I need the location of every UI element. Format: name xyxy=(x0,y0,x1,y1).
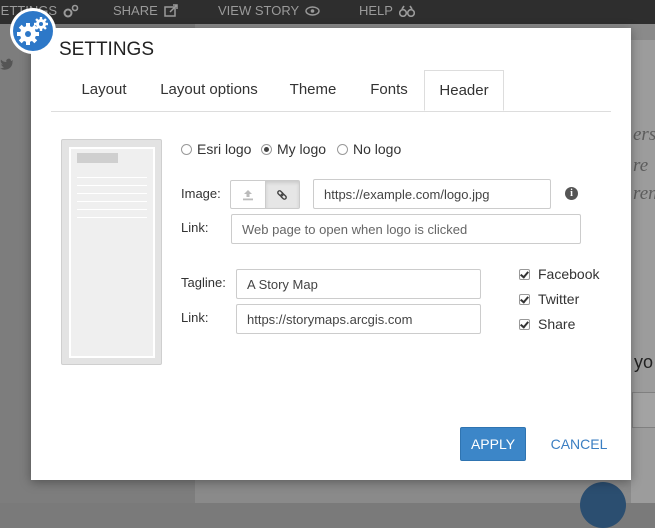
preview-line xyxy=(77,185,147,186)
image-label: Image: xyxy=(181,186,221,201)
binoculars-icon xyxy=(398,5,415,17)
radio-dot[interactable] xyxy=(261,143,272,155)
logo-link-label: Link: xyxy=(181,220,209,235)
background-story-text: ren xyxy=(633,183,655,204)
checkbox-box[interactable] xyxy=(519,293,530,305)
preview-line xyxy=(77,217,147,218)
image-url-input[interactable] xyxy=(313,179,551,209)
radio-dot[interactable] xyxy=(337,143,348,155)
checkbox-facebook[interactable]: Facebook xyxy=(519,266,599,282)
preview-line xyxy=(77,177,147,178)
settings-dialog: SETTINGS Layout Layout options Theme Fon… xyxy=(31,28,631,480)
topbar-help-label: HELP xyxy=(359,3,393,18)
app-topbar: SETTINGS SHARE VIEW STORY HELP xyxy=(0,0,655,24)
upload-button[interactable] xyxy=(231,181,265,208)
tagline-input[interactable] xyxy=(236,269,481,299)
link-button[interactable] xyxy=(264,181,299,208)
preview-page xyxy=(69,147,155,358)
logo-link-input[interactable] xyxy=(231,214,581,244)
background-heading: yo xyxy=(634,352,654,372)
tagline-label: Tagline: xyxy=(181,275,226,290)
tab-fonts[interactable]: Fonts xyxy=(359,70,419,111)
checkbox-label: Twitter xyxy=(538,291,580,307)
checkbox-label: Share xyxy=(538,316,576,332)
tab-header[interactable]: Header xyxy=(424,70,504,111)
background-content-column xyxy=(631,40,655,503)
tagline-link-input[interactable] xyxy=(236,304,481,334)
gears-icon xyxy=(13,11,53,51)
link-icon xyxy=(277,189,288,200)
radio-esri-logo[interactable]: Esri logo xyxy=(181,141,251,157)
eye-icon xyxy=(305,5,320,16)
info-icon[interactable]: i xyxy=(565,187,578,200)
tab-layout-options[interactable]: Layout options xyxy=(154,70,264,111)
settings-badge xyxy=(10,8,56,54)
upload-icon xyxy=(242,189,253,200)
radio-no-logo[interactable]: No logo xyxy=(337,141,401,157)
topbar-view-story[interactable]: VIEW STORY xyxy=(218,3,320,18)
topbar-share[interactable]: SHARE xyxy=(113,3,179,18)
checkbox-label: Facebook xyxy=(538,266,600,282)
checkbox-box[interactable] xyxy=(519,318,530,330)
background-story-text: re xyxy=(633,155,649,176)
preview-line xyxy=(77,193,147,194)
apply-button[interactable]: APPLY xyxy=(460,427,526,461)
preview-line xyxy=(77,209,147,210)
preview-line xyxy=(77,201,147,202)
twitter-icon xyxy=(0,58,14,73)
share-icon xyxy=(164,4,178,17)
radio-dot[interactable] xyxy=(181,143,192,155)
checkbox-box[interactable] xyxy=(519,268,530,280)
topbar-help[interactable]: HELP xyxy=(359,3,415,18)
tagline-link-label: Link: xyxy=(181,310,209,325)
cancel-button[interactable]: CANCEL xyxy=(539,427,619,461)
background-input xyxy=(632,392,655,428)
radio-label: Esri logo xyxy=(197,141,252,157)
checkbox-share[interactable]: Share xyxy=(519,316,575,332)
header-preview xyxy=(61,139,162,365)
topbar-share-label: SHARE xyxy=(113,3,158,18)
tab-layout[interactable]: Layout xyxy=(71,70,137,111)
checkbox-twitter[interactable]: Twitter xyxy=(519,291,579,307)
topbar-view-story-label: VIEW STORY xyxy=(218,3,300,18)
radio-label: No logo xyxy=(353,141,402,157)
image-source-toggle xyxy=(230,180,300,209)
background-logo-circle xyxy=(580,482,626,528)
preview-logo xyxy=(77,153,118,163)
radio-label: My logo xyxy=(277,141,327,157)
background-story-text: ers xyxy=(633,124,655,145)
radio-my-logo[interactable]: My logo xyxy=(261,141,326,157)
dialog-title: SETTINGS xyxy=(59,39,155,60)
gears-icon xyxy=(63,4,79,17)
tab-theme[interactable]: Theme xyxy=(280,70,346,111)
settings-tabs: Layout Layout options Theme Fonts Header xyxy=(51,70,611,112)
